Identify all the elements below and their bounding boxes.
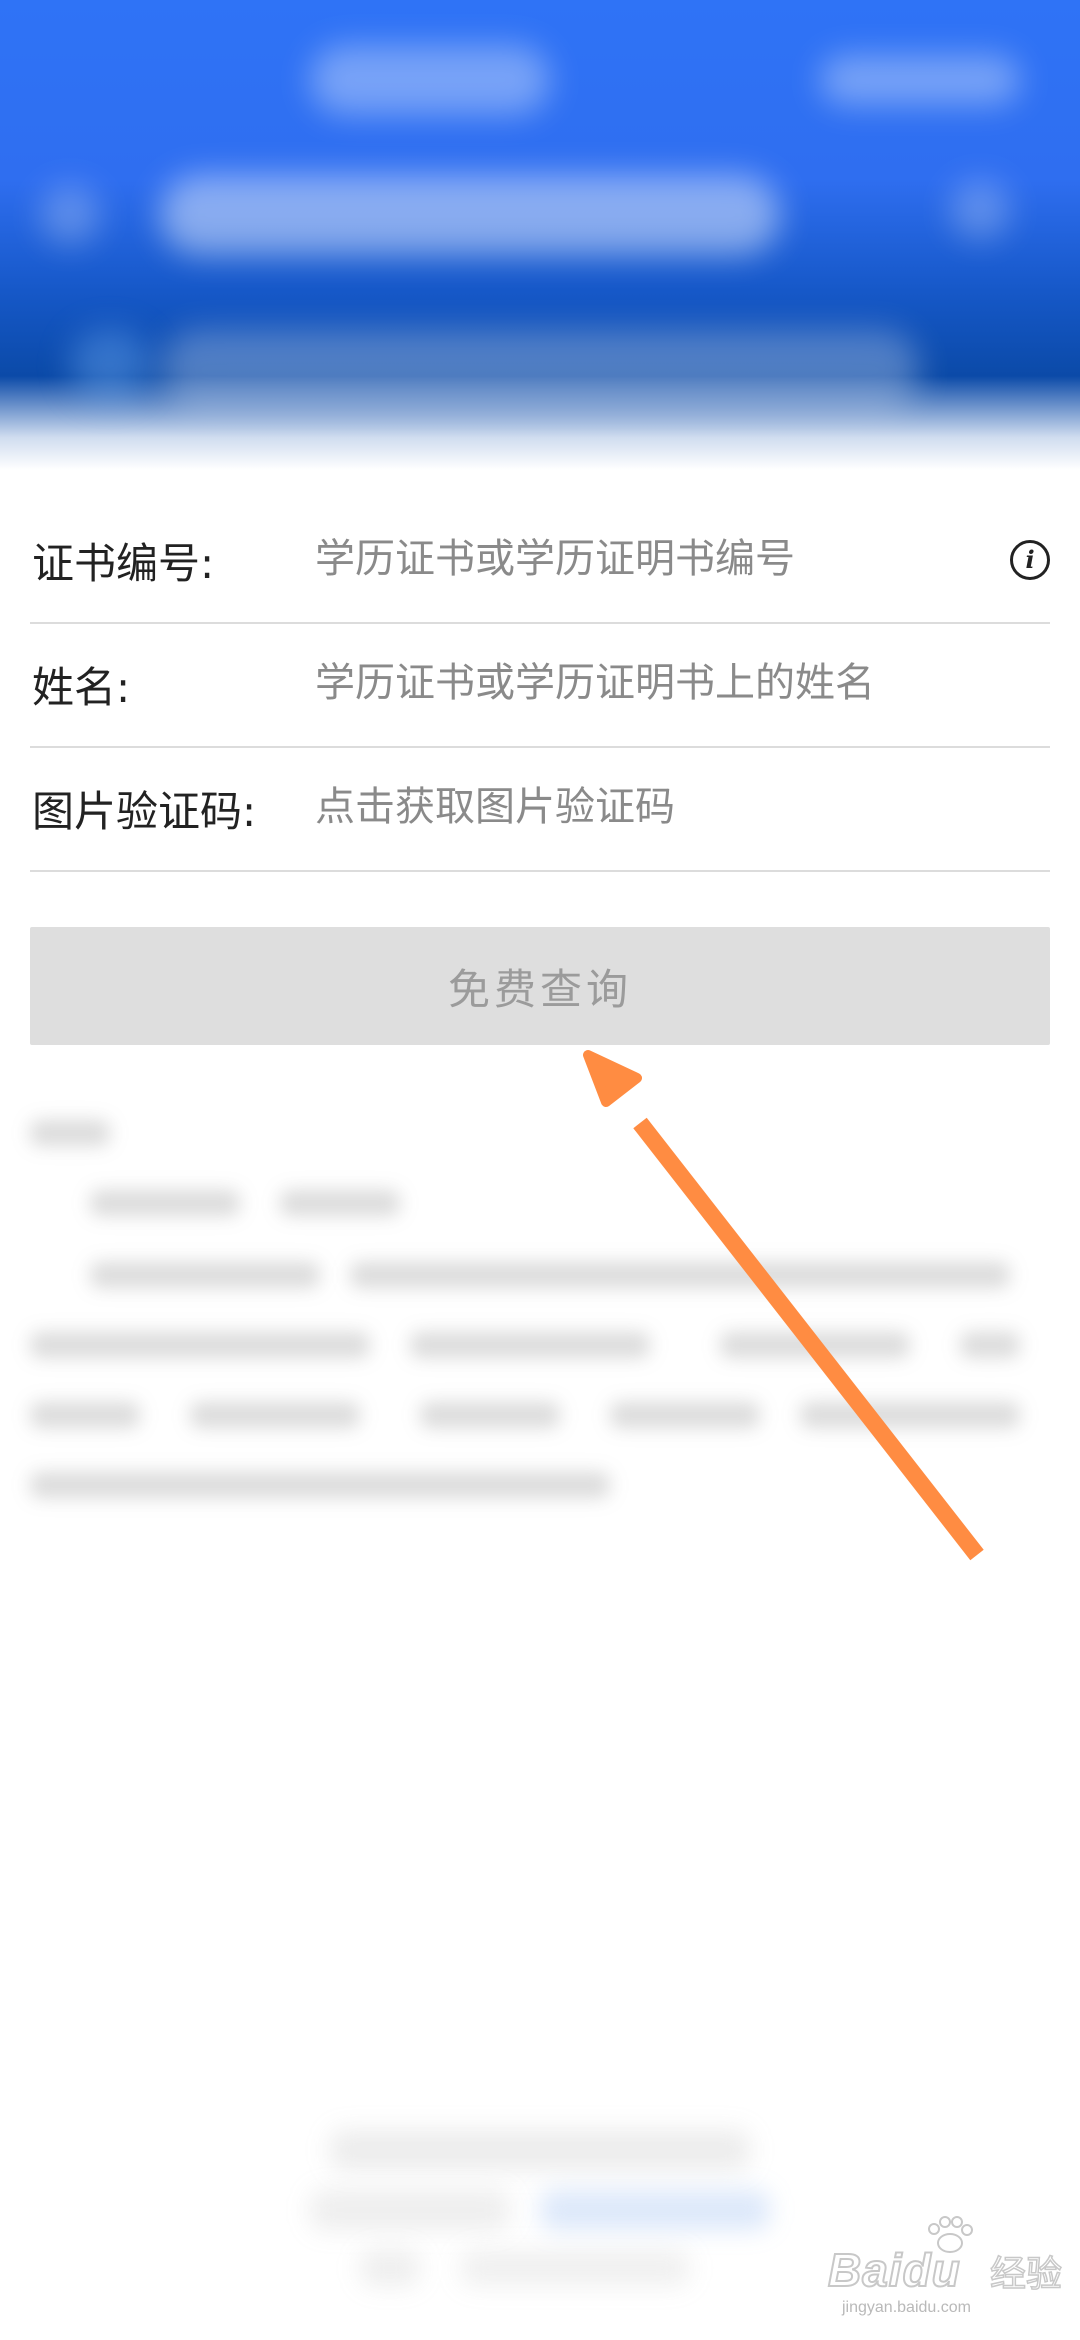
banner-icon <box>70 330 150 400</box>
certificate-number-row: 证书编号: i <box>30 500 1050 624</box>
header-title-blur <box>160 175 780 255</box>
captcha-label: 图片验证码: <box>32 787 257 836</box>
info-icon[interactable]: i <box>1010 540 1050 580</box>
page: 证书编号: i 姓名: 图片验证码: 免费查询 <box>0 0 1080 2340</box>
name-row: 姓名: <box>30 624 1050 748</box>
watermark-cn: 经验 <box>989 2253 1063 2296</box>
query-form: 证书编号: i 姓名: 图片验证码: <box>30 500 1050 872</box>
banner-title-blur <box>160 330 920 410</box>
header-logo-blur <box>310 45 550 115</box>
captcha-row: 图片验证码: <box>30 748 1050 872</box>
watermark-url: jingyan.baidu.com <box>842 2299 971 2316</box>
captcha-input[interactable] <box>315 772 955 842</box>
baidu-jingyan-watermark: Baidu 经验 jingyan.baidu.com <box>820 2215 1070 2316</box>
header-login-blur[interactable] <box>820 55 1020 105</box>
watermark-brand: Baidu <box>827 2243 961 2297</box>
name-input[interactable] <box>315 648 955 718</box>
back-icon[interactable] <box>40 185 100 245</box>
free-query-button[interactable]: 免费查询 <box>30 927 1050 1045</box>
certificate-number-input[interactable] <box>315 524 955 594</box>
blurred-header <box>0 0 1080 470</box>
name-label: 姓名: <box>32 663 131 712</box>
menu-icon[interactable] <box>950 180 1010 240</box>
certificate-number-label: 证书编号: <box>32 539 215 588</box>
